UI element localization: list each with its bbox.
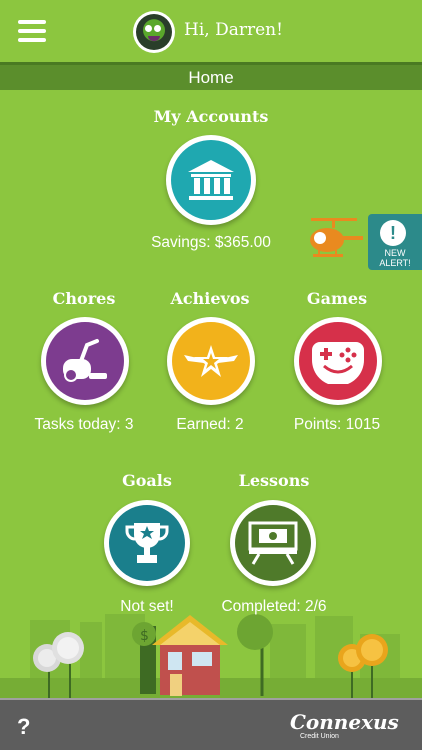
goals-button[interactable] [104,500,190,586]
helicopter-icon [303,216,365,267]
page-title: Home [0,62,422,90]
tile-title-chores: Chores [52,289,116,308]
new-alert-tab[interactable]: ! NEW ALERT! [368,214,422,270]
tile-title-goals: Goals [122,471,172,490]
my-accounts-title: My Accounts [153,107,269,126]
help-button[interactable]: ? [17,714,30,740]
savings-caption: Savings: $365.00 [151,234,271,251]
logo-subtitle: Credit Union [300,733,339,740]
my-accounts-button[interactable] [166,135,256,225]
tile-title-achievos: Achievos [170,289,250,308]
tile-title-lessons: Lessons [238,471,310,490]
svg-text:$: $ [140,628,149,644]
greeting-text: Hi, Darren! [184,20,283,40]
chores-button[interactable] [41,317,129,405]
avatar[interactable] [133,11,175,53]
lessons-button[interactable] [230,500,316,586]
games-caption: Points: 1015 [293,416,381,433]
alert-label: NEW ALERT! [379,248,411,268]
bottom-bar: ? Connexus Credit Union [0,698,422,750]
achievos-caption: Earned: 2 [176,416,244,433]
connexus-logo: Connexus [290,710,399,734]
star-wings-icon [172,322,250,400]
games-button[interactable] [294,317,382,405]
trophy-icon [109,505,185,581]
vacuum-icon [46,322,124,400]
bank-icon [171,140,251,220]
monster-avatar-icon [136,14,172,50]
chores-caption: Tasks today: 3 [34,416,134,433]
tile-title-games: Games [306,289,368,308]
lesson-board-icon [235,505,311,581]
achievos-button[interactable] [167,317,255,405]
gamepad-icon [299,322,377,400]
top-bar: Hi, Darren! [0,0,422,62]
alert-badge-icon: ! [380,220,406,246]
hamburger-menu-icon[interactable] [18,20,46,42]
lessons-caption: Completed: 2/6 [221,598,327,615]
